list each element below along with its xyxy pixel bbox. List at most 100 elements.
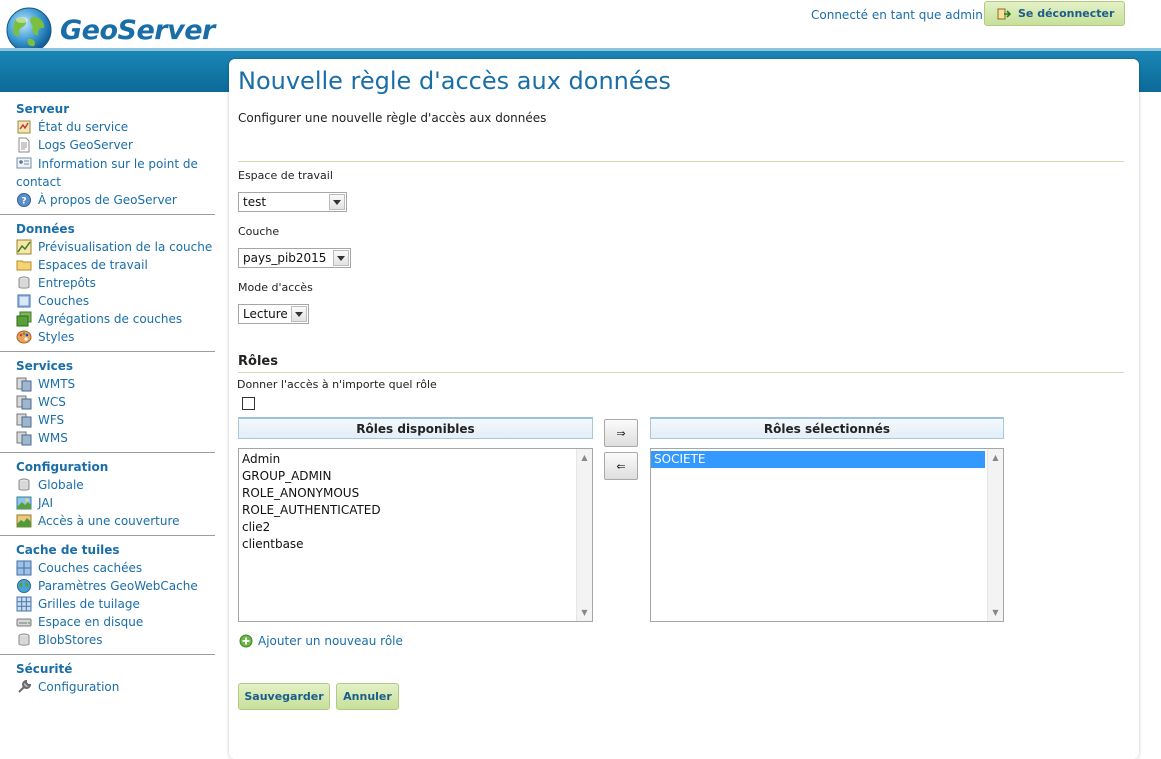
workspace-select[interactable]: test: [238, 192, 347, 212]
available-role-option[interactable]: clie2: [239, 519, 592, 536]
scroll-down-icon[interactable]: ▼: [988, 605, 1003, 620]
sidebar-item-logs[interactable]: Logs GeoServer: [0, 136, 216, 154]
available-role-option[interactable]: ROLE_AUTHENTICATED: [239, 502, 592, 519]
section-divider: [238, 372, 1124, 373]
page-description: Configurer une nouvelle règle d'accès au…: [238, 111, 547, 125]
layer-group-icon: [16, 311, 32, 327]
sidebar-item-workspaces[interactable]: Espaces de travail: [0, 256, 216, 274]
sidebar-item-layer-preview[interactable]: Prévisualisation de la couche: [0, 238, 216, 256]
sidebar-item-cached-layers[interactable]: Couches cachées: [0, 559, 216, 577]
available-role-option[interactable]: ROLE_ANONYMOUS: [239, 485, 592, 502]
sidebar-item-label: Prévisualisation de la couche: [38, 240, 213, 254]
access-mode-select[interactable]: Lecture: [238, 304, 309, 324]
sidebar-separator: [0, 452, 215, 453]
sidebar-item-label: Styles: [38, 330, 75, 344]
logout-label: Se déconnecter: [1018, 7, 1115, 20]
sidebar-section-configuration: Configuration Globale JAI Accès à une co…: [0, 458, 216, 530]
sidebar-item-label: Agrégations de couches: [38, 312, 183, 326]
chevron-down-icon: [333, 250, 349, 266]
sidebar-item-layer-groups[interactable]: Agrégations de couches: [0, 310, 216, 328]
sidebar-item-label: Entrepôts: [38, 276, 96, 290]
folder-icon: [16, 260, 32, 271]
available-role-option[interactable]: Admin: [239, 451, 592, 468]
sidebar-section-services: Services WMTS WCS WFS WMS: [0, 357, 216, 447]
chevron-down-icon: [329, 194, 345, 210]
any-role-checkbox[interactable]: [242, 397, 255, 410]
layer-select[interactable]: pays_pib2015: [238, 248, 351, 268]
sidebar-item-label: Espace en disque: [38, 615, 144, 629]
available-role-option[interactable]: clientbase: [239, 536, 592, 553]
add-selected-role-button[interactable]: ⇒: [604, 419, 638, 447]
sidebar-item-label: État du service: [38, 120, 129, 134]
sidebar-section-tile-cache: Cache de tuiles Couches cachées Paramètr…: [0, 541, 216, 649]
workspace-select-value: test: [243, 195, 267, 209]
login-status: Connecté en tant que admin.: [811, 8, 987, 22]
scroll-up-icon[interactable]: ▲: [577, 450, 592, 465]
remove-selected-role-button[interactable]: ⇐: [604, 452, 638, 480]
sidebar-item-blobstores[interactable]: BlobStores: [0, 631, 216, 649]
sidebar-item-label: Configuration: [38, 680, 120, 694]
selected-roles-list[interactable]: SOCIETE ▲ ▼: [650, 448, 1004, 622]
sidebar-item-security-configuration[interactable]: Configuration: [0, 678, 216, 696]
section-divider: [238, 161, 1124, 162]
sidebar-item-server-status[interactable]: État du service: [0, 118, 216, 136]
sidebar-item-wms[interactable]: WMS: [0, 429, 216, 447]
available-roles-scrollbar[interactable]: ▲ ▼: [576, 449, 592, 621]
selected-roles-options: SOCIETE: [651, 449, 1003, 468]
sidebar-item-label: WMTS: [38, 377, 76, 391]
scroll-up-icon[interactable]: ▲: [988, 450, 1003, 465]
sidebar-item-jai[interactable]: JAI: [0, 494, 216, 512]
workspace-label: Espace de travail: [238, 169, 333, 182]
sidebar-item-gwc-settings[interactable]: Paramètres GeoWebCache: [0, 577, 216, 595]
logout-button[interactable]: Se déconnecter: [984, 1, 1125, 26]
layer-preview-icon: [16, 239, 32, 255]
sidebar-item-label: Espaces de travail: [38, 258, 148, 272]
sidebar-section-server: Serveur État du service Logs GeoServer I…: [0, 100, 216, 209]
sidebar-item-wmts[interactable]: WMTS: [0, 375, 216, 393]
selected-roles-header: Rôles sélectionnés: [650, 417, 1004, 439]
help-icon: ?: [17, 193, 31, 207]
sidebar-title-services: Services: [16, 359, 74, 373]
access-mode-label: Mode d'accès: [238, 281, 313, 294]
svg-text:?: ?: [21, 197, 26, 207]
sidebar-item-global[interactable]: Globale: [0, 476, 216, 494]
sidebar-item-wfs[interactable]: WFS: [0, 411, 216, 429]
sidebar-title-security: Sécurité: [16, 662, 73, 676]
disk-icon: [16, 618, 32, 627]
sidebar-item-wcs[interactable]: WCS: [0, 393, 216, 411]
available-role-option[interactable]: GROUP_ADMIN: [239, 468, 592, 485]
globe-icon: [17, 579, 31, 593]
scroll-down-icon[interactable]: ▼: [577, 605, 592, 620]
selected-role-option[interactable]: SOCIETE: [651, 451, 985, 468]
arrow-left-icon: ⇐: [616, 459, 626, 473]
database-icon: [18, 478, 30, 491]
save-button[interactable]: Sauvegarder: [238, 683, 330, 710]
sidebar-item-disk-quota[interactable]: Espace en disque: [0, 613, 216, 631]
available-roles-list[interactable]: Admin GROUP_ADMIN ROLE_ANONYMOUS ROLE_AUTHE…: [238, 448, 593, 622]
sidebar-item-coverage-access[interactable]: Accès à une couverture: [0, 512, 216, 530]
sidebar: Serveur État du service Logs GeoServer I…: [0, 100, 216, 696]
sidebar-section-security: Sécurité Configuration: [0, 660, 216, 696]
sidebar-item-label: Accès à une couverture: [38, 514, 180, 528]
sidebar-item-gridsets[interactable]: Grilles de tuilage: [0, 595, 216, 613]
coverage-icon: [16, 514, 32, 528]
layer-icon: [17, 294, 31, 308]
main-panel: Nouvelle règle d'accès aux données Confi…: [229, 59, 1139, 759]
sidebar-item-label: WCS: [38, 395, 66, 409]
access-mode-select-value: Lecture: [243, 307, 288, 321]
sidebar-item-layers[interactable]: Couches: [0, 292, 216, 310]
selected-roles-scrollbar[interactable]: ▲ ▼: [987, 449, 1003, 621]
cancel-button[interactable]: Annuler: [336, 683, 399, 710]
sidebar-separator: [0, 351, 215, 352]
add-new-role-link[interactable]: Ajouter un nouveau rôle: [239, 634, 403, 648]
sidebar-item-stores[interactable]: Entrepôts: [0, 274, 216, 292]
sidebar-item-about[interactable]: ? À propos de GeoServer: [0, 191, 216, 209]
any-role-label: Donner l'accès à n'importe quel rôle: [237, 378, 437, 391]
sidebar-item-label: Paramètres GeoWebCache: [38, 579, 198, 593]
page-title: Nouvelle règle d'accès aux données: [238, 67, 671, 95]
contact-card-icon: [16, 157, 32, 169]
sidebar-item-styles[interactable]: Styles: [0, 328, 216, 346]
sidebar-item-contact[interactable]: Information sur le point de contact: [0, 154, 216, 191]
sidebar-separator: [0, 654, 215, 655]
layer-label: Couche: [238, 225, 280, 238]
